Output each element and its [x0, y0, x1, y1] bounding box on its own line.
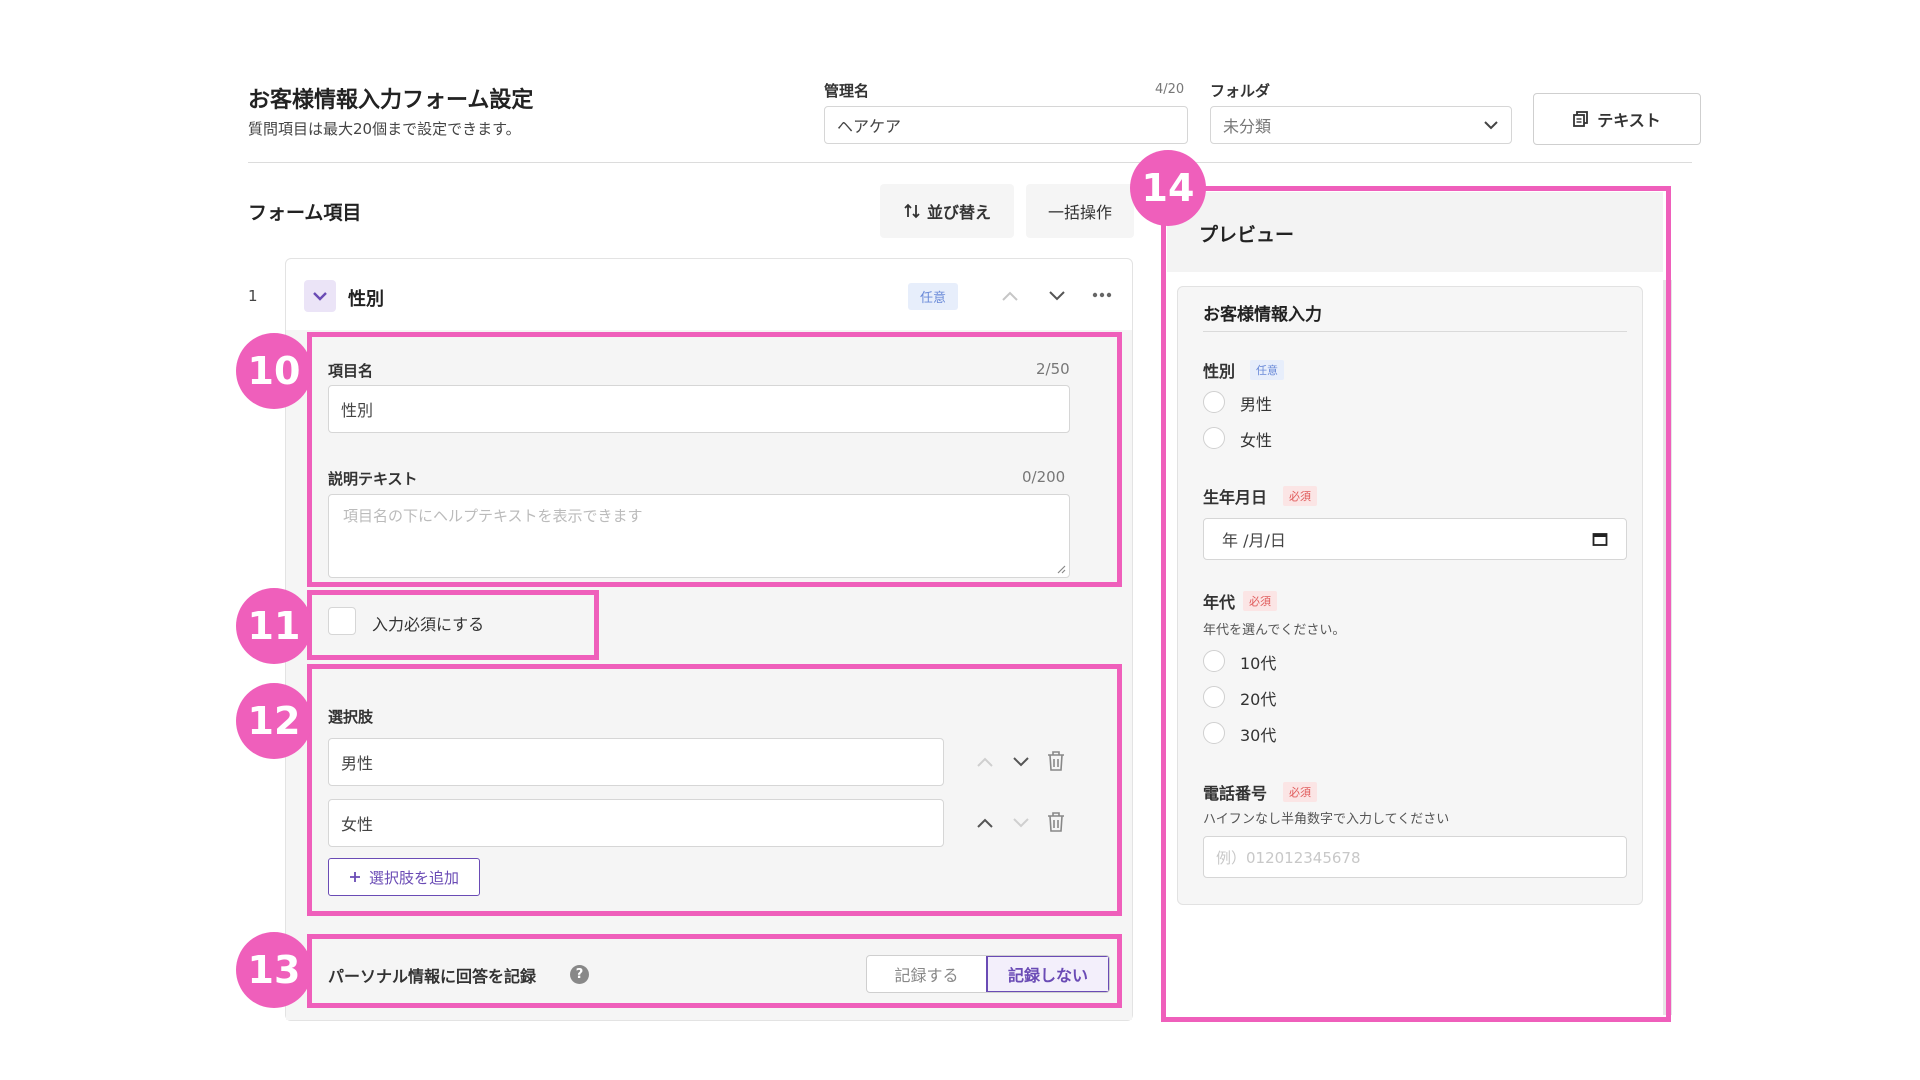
- highlight-box-13: [307, 934, 1122, 1008]
- copy-icon: [1573, 111, 1589, 127]
- more-icon[interactable]: [1092, 292, 1112, 298]
- header-divider: [248, 162, 1692, 163]
- sort-icon: [904, 203, 920, 219]
- collapse-toggle[interactable]: [304, 280, 336, 312]
- optional-badge: 任意: [908, 283, 959, 310]
- text-button[interactable]: テキスト: [1533, 93, 1701, 145]
- annotation-13: 13: [236, 932, 312, 1008]
- folder-value: 未分類: [1223, 117, 1272, 136]
- page-title: お客様情報入力フォーム設定: [248, 88, 534, 113]
- folder-label: フォルダ: [1210, 82, 1271, 100]
- sort-button-label: 並び替え: [926, 203, 991, 222]
- folder-select[interactable]: 未分類: [1210, 106, 1512, 144]
- annotation-12: 12: [236, 683, 312, 759]
- admin-name-input[interactable]: ヘアケア: [824, 106, 1188, 144]
- annotation-14: 14: [1130, 150, 1206, 226]
- text-button-label: テキスト: [1597, 111, 1661, 130]
- form-items-heading: フォーム項目: [248, 202, 362, 224]
- item-index: 1: [248, 287, 258, 305]
- highlight-box-11: [307, 590, 599, 660]
- highlight-box-12: [307, 664, 1122, 916]
- item-title: 性別: [348, 289, 384, 310]
- annotation-11: 11: [236, 588, 312, 664]
- bulk-action-label: 一括操作: [1047, 203, 1112, 222]
- highlight-box-10: [307, 332, 1122, 587]
- sort-button[interactable]: 並び替え: [880, 184, 1014, 238]
- chevron-down-icon: [313, 292, 327, 301]
- page-subtitle: 質問項目は最大20個まで設定できます。: [248, 120, 521, 138]
- admin-name-label: 管理名: [824, 82, 870, 100]
- annotation-10: 10: [236, 333, 312, 409]
- chevron-down-icon[interactable]: [1048, 290, 1066, 302]
- chevron-down-icon: [1484, 121, 1498, 130]
- bulk-action-button[interactable]: 一括操作: [1026, 184, 1134, 238]
- admin-name-counter: 4/20: [1155, 82, 1185, 97]
- highlight-box-14: [1161, 186, 1671, 1022]
- chevron-up-icon[interactable]: [1001, 290, 1019, 302]
- admin-name-value: ヘアケア: [837, 117, 902, 136]
